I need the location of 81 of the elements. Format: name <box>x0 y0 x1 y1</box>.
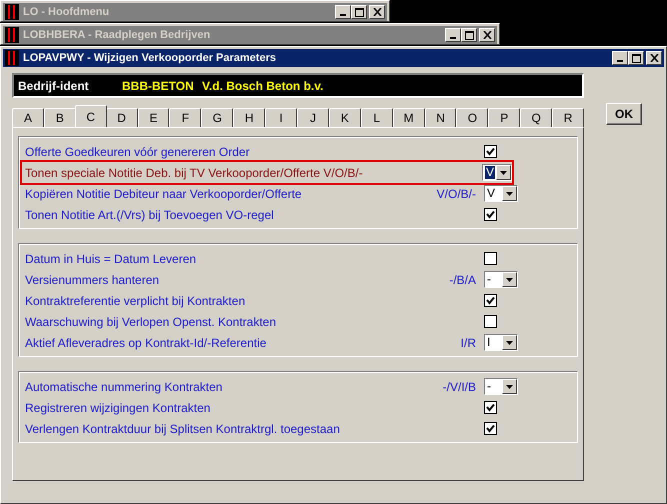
caret-icon <box>506 384 513 388</box>
checkbox[interactable] <box>484 294 497 307</box>
tab[interactable]: J <box>297 108 329 127</box>
tab[interactable]: O <box>456 108 488 127</box>
setting-label: Automatische nummering Kontrakten <box>25 380 224 394</box>
options-hint: I/R <box>460 336 476 350</box>
tab[interactable]: A <box>12 108 44 127</box>
setting-label: Versienummers hanteren <box>25 272 160 286</box>
tab[interactable]: K <box>328 108 361 127</box>
window-title: LOPAVPWY - Wijzigen Verkooporder Parameters <box>23 52 277 64</box>
tab[interactable]: L <box>360 108 393 127</box>
tab[interactable]: M <box>392 108 425 127</box>
close-icon <box>482 31 492 39</box>
checkbox[interactable] <box>484 208 497 221</box>
setting-label: Datum in Huis = Datum Leveren <box>25 252 198 266</box>
setting-label: Verlengen Kontraktduur bij Splitsen Kontraktrgl. toegestaan <box>25 422 341 436</box>
dropdown[interactable]: - <box>484 271 518 288</box>
tab[interactable]: Q <box>520 108 552 127</box>
checkbox[interactable] <box>484 252 497 265</box>
checkbox[interactable] <box>484 401 497 414</box>
caret-icon <box>506 192 513 196</box>
maximize-icon <box>464 30 474 40</box>
check-icon <box>486 296 495 305</box>
close-icon <box>650 54 658 62</box>
minimize-button[interactable] <box>335 5 351 19</box>
caret-icon <box>506 278 513 282</box>
options-hint: -/B/A <box>449 272 476 286</box>
company-label: Bedrijf-ident <box>18 78 90 92</box>
checkbox[interactable] <box>484 315 497 328</box>
dropdown[interactable]: V <box>482 164 512 181</box>
setting-label: Tonen speciale Notitie Deb. bij TV Verkooporder/Offerte V/O/B/- <box>25 166 364 180</box>
maximize-button[interactable] <box>628 51 644 65</box>
minimize-button[interactable] <box>612 51 628 65</box>
tab[interactable]: D <box>106 108 138 127</box>
setting-label: Aktief Afleveradres op Kontrakt-Id/-Referentie <box>25 336 268 350</box>
options-hint: V/O/B/- <box>436 186 476 200</box>
tab[interactable]: C <box>74 105 107 127</box>
checkbox[interactable] <box>484 145 497 158</box>
company-name: V.d. Bosch Beton b.v. <box>202 78 324 92</box>
tab[interactable]: B <box>44 108 76 127</box>
company-code: BBB-BETON <box>122 78 195 92</box>
close-button[interactable] <box>646 51 662 65</box>
setting-label: Kontraktreferentie verplicht bij Kontrakten <box>25 294 246 308</box>
caret-icon <box>506 340 513 344</box>
dropdown[interactable]: I <box>484 334 518 351</box>
dropdown[interactable]: V <box>484 185 518 202</box>
tab[interactable]: H <box>233 108 266 127</box>
tab[interactable]: I <box>265 108 298 127</box>
tab[interactable]: E <box>138 108 170 127</box>
tab[interactable]: P <box>488 108 520 127</box>
caret-icon <box>500 170 507 174</box>
tab[interactable]: G <box>201 108 234 127</box>
app-icon <box>5 27 19 43</box>
app-icon <box>5 50 19 66</box>
app-icon <box>5 4 19 20</box>
ok-button[interactable]: OK <box>606 103 642 125</box>
dropdown[interactable]: - <box>484 378 518 395</box>
check-icon <box>486 210 495 219</box>
options-hint: -/V/I/B <box>442 380 476 394</box>
close-button[interactable] <box>479 28 495 42</box>
maximize-button[interactable] <box>461 28 477 42</box>
check-icon <box>486 147 495 156</box>
window-title: LOBHBERA - Raadplegen Bedrijven <box>23 29 212 41</box>
check-icon <box>486 403 495 412</box>
close-icon <box>372 8 382 16</box>
setting-label: Waarschuwing bij Verlopen Openst. Kontrakten <box>25 314 278 328</box>
close-button[interactable] <box>369 5 385 19</box>
minimize-button[interactable] <box>445 28 461 42</box>
tab[interactable]: N <box>424 108 456 127</box>
setting-label: Tonen Notitie Art.(/Vrs) bij Toevoegen VO-regel <box>25 208 275 222</box>
window-title: LO - Hoofdmenu <box>23 6 110 18</box>
checkbox[interactable] <box>484 422 497 435</box>
tab[interactable]: F <box>169 108 202 127</box>
check-icon <box>486 424 495 433</box>
maximize-button[interactable] <box>351 5 367 19</box>
tab[interactable]: R <box>552 108 584 127</box>
setting-label: Registreren wijzigingen Kontrakten <box>25 400 212 414</box>
maximize-icon <box>632 54 640 62</box>
setting-label: Kopiëren Notitie Debiteur naar Verkooporder/Offerte <box>25 186 303 200</box>
setting-label: Offerte Goedkeuren vóór genereren Order <box>25 144 251 158</box>
maximize-icon <box>354 8 364 16</box>
